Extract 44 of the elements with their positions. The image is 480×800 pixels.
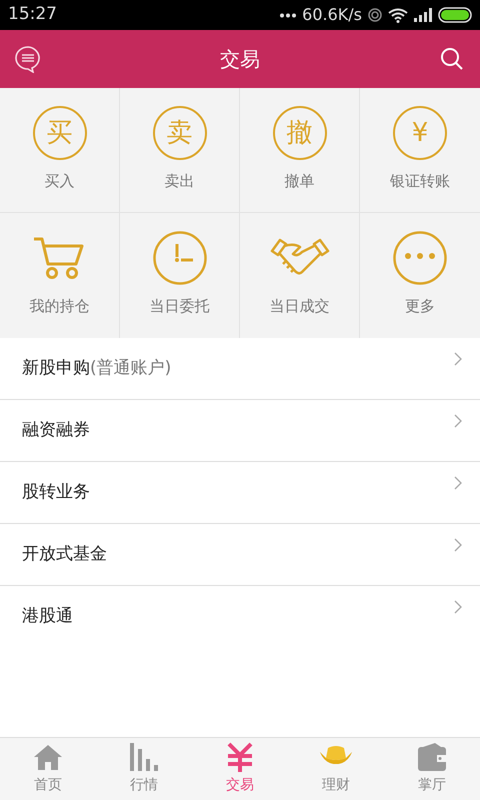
grid-tile[interactable]: 我的持仓 [0, 213, 120, 338]
grid-tile[interactable]: 当日委托 [120, 213, 240, 338]
chevron-icon [454, 600, 462, 614]
grid-tile[interactable]: 买 买入 [0, 88, 120, 213]
clock-icon [152, 230, 208, 286]
chat-bubble-icon [14, 45, 42, 73]
tab-item[interactable]: 理财 [288, 738, 384, 800]
grid-tile[interactable]: 更多 [360, 213, 480, 338]
bar-chart-icon [129, 743, 159, 771]
chevron-icon [454, 352, 462, 366]
network-speed: 60.6K/s [302, 4, 362, 26]
menu-item[interactable]: 港股通 [0, 586, 480, 648]
chevron-icon [454, 538, 462, 552]
sync-icon [368, 8, 382, 22]
grid-tile[interactable]: 撤 撤单 [240, 88, 360, 213]
glyph-icon: 撤 [272, 106, 326, 160]
chevron-icon [454, 414, 462, 428]
message-button[interactable] [14, 45, 42, 73]
house-icon [33, 744, 63, 770]
glyph-icon: ¥ [393, 106, 447, 160]
signal-icon [414, 8, 432, 22]
glyph-icon: 买 [32, 106, 86, 160]
wifi-icon [388, 8, 408, 22]
menu-item[interactable]: 股转业务 [0, 462, 480, 524]
wallet-icon [417, 743, 447, 771]
chevron-icon [454, 476, 462, 490]
dots-icon [280, 12, 296, 18]
status-time: 15:27 [8, 3, 57, 26]
more-icon [392, 230, 448, 286]
tab-item[interactable]: 交易 [192, 738, 288, 800]
tab-item[interactable]: 行情 [96, 738, 192, 800]
tab-item[interactable]: 首页 [0, 738, 96, 800]
header-title: 交易 [219, 46, 261, 73]
battery-icon [438, 7, 472, 23]
menu-item[interactable]: 新股申购(普通账户) [0, 338, 480, 400]
search-icon [440, 47, 464, 71]
grid-tile[interactable]: 当日成交 [240, 213, 360, 338]
tab-item[interactable]: 掌厅 [384, 738, 480, 800]
grid-tile[interactable]: ¥ 银证转账 [360, 88, 480, 213]
yen-icon [225, 742, 255, 772]
menu-item[interactable]: 融资融券 [0, 400, 480, 462]
glyph-icon: 卖 [152, 106, 206, 160]
grid-tile[interactable]: 卖 卖出 [120, 88, 240, 213]
menu-item[interactable]: 开放式基金 [0, 524, 480, 586]
